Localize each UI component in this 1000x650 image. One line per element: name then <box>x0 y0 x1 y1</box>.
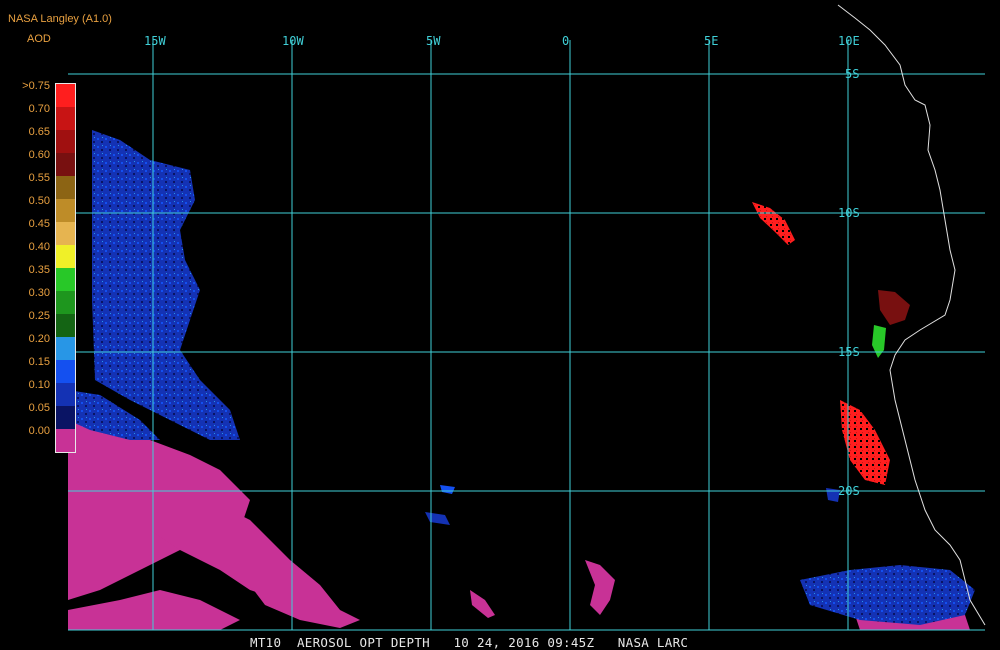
legend-swatch <box>56 176 75 199</box>
aod-field-blue-small-1 <box>440 485 455 494</box>
legend-label: 0.05 <box>28 402 50 414</box>
legend-label: >0.75 <box>22 80 50 92</box>
lon-label-15w: 15W <box>144 34 166 48</box>
color-scale-bar <box>55 83 76 453</box>
legend-label: 0.40 <box>28 241 50 253</box>
legend-swatch <box>56 107 75 130</box>
legend-label: 0.60 <box>28 149 50 161</box>
aod-field-high-1 <box>752 202 795 245</box>
lat-label-20s: 20S <box>838 484 860 498</box>
legend-swatch <box>56 84 75 107</box>
legend-label: 0.70 <box>28 103 50 115</box>
legend-swatch <box>56 130 75 153</box>
aod-field-blue-se <box>800 565 975 625</box>
legend-label: 0.10 <box>28 379 50 391</box>
product-title: NASA Langley (A1.0) <box>8 13 112 25</box>
aod-field-green <box>872 325 886 358</box>
legend-swatch <box>56 268 75 291</box>
lat-label-15s: 15S <box>838 345 860 359</box>
legend-label: 0.45 <box>28 218 50 230</box>
legend-swatch <box>56 314 75 337</box>
aod-map: 15W 10W 5W 0 5E 10E 5S 10S 15S 20S <box>68 4 986 631</box>
legend-swatch <box>56 337 75 360</box>
aod-field-low-6 <box>585 560 615 615</box>
legend-swatch <box>56 383 75 406</box>
legend-swatch <box>56 429 75 452</box>
aod-field-low-3 <box>68 590 240 630</box>
legend-swatch <box>56 245 75 268</box>
aod-field-high-2 <box>878 290 910 325</box>
legend-swatch <box>56 153 75 176</box>
legend-label: 0.15 <box>28 356 50 368</box>
aod-field-blue-nw <box>92 130 240 440</box>
legend-label: 0.00 <box>28 425 50 437</box>
lon-label-10e: 10E <box>838 34 860 48</box>
legend-label: 0.65 <box>28 126 50 138</box>
legend-label: 0.30 <box>28 287 50 299</box>
legend-swatch <box>56 291 75 314</box>
legend-label: 0.20 <box>28 333 50 345</box>
aod-field-blue-small-2 <box>425 512 450 525</box>
footer-caption: MT10 AEROSOL OPT DEPTH 10 24, 2016 09:45… <box>250 635 689 650</box>
legend-swatch <box>56 406 75 429</box>
legend-swatch <box>56 199 75 222</box>
legend-label: 0.50 <box>28 195 50 207</box>
lon-label-5e: 5E <box>704 34 718 48</box>
lat-label-5s: 5S <box>845 67 859 81</box>
africa-coastline <box>837 4 986 626</box>
lon-label-10w: 10W <box>282 34 304 48</box>
variable-name: AOD <box>27 33 51 45</box>
longitude-labels: 15W 10W 5W 0 5E 10E <box>144 34 860 48</box>
lat-label-10s: 10S <box>838 206 860 220</box>
legend-label: 0.55 <box>28 172 50 184</box>
legend-swatch <box>56 360 75 383</box>
aod-field-low-5 <box>470 590 495 618</box>
legend-swatch <box>56 222 75 245</box>
legend-label: 0.35 <box>28 264 50 276</box>
lon-label-0: 0 <box>562 34 569 48</box>
legend-label: 0.25 <box>28 310 50 322</box>
lon-label-5w: 5W <box>426 34 441 48</box>
